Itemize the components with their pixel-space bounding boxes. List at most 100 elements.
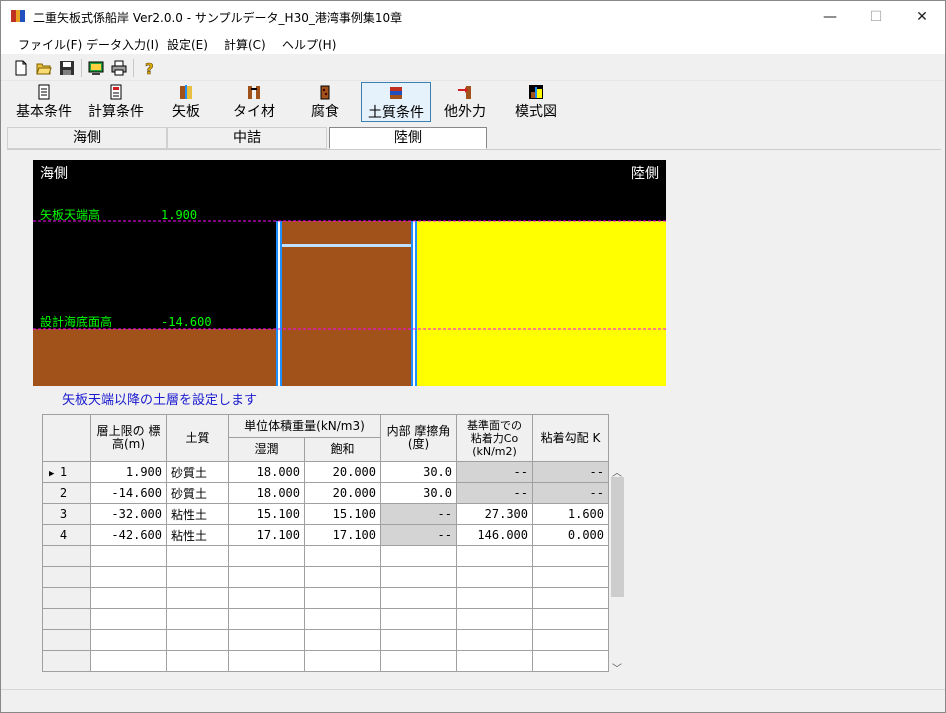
table-row-empty — [42, 629, 609, 651]
save-icon[interactable] — [59, 60, 75, 76]
svg-text:?: ? — [145, 60, 154, 76]
cell-soil[interactable]: 粘性土 — [166, 524, 229, 546]
cross-section-diagram: 海側 陸側 矢板天端高 1.900 設計海底面高 -14.600 — [33, 160, 666, 386]
tie-rod-button[interactable]: タイ材 — [229, 82, 279, 122]
tab-sea-side[interactable]: 海側 — [7, 127, 167, 149]
col-header-cohesion: 基準面での 粘着力Co (kN/m2) — [456, 414, 533, 462]
cell-co[interactable]: 146.000 — [456, 524, 533, 546]
seabed-elevation-label: 設計海底面高 — [40, 314, 112, 329]
print-icon[interactable] — [111, 60, 127, 76]
col-header-unit-weight: 単位体積重量(kN/m3) — [228, 414, 381, 438]
table-row-empty — [42, 587, 609, 609]
cell-sat[interactable]: 15.100 — [304, 503, 381, 525]
table-row: ▶ 1 1.900 砂質土 18.000 20.000 30.0 -- -- — [42, 461, 609, 483]
tie-rod-icon — [248, 86, 260, 99]
instruction-note: 矢板天端以降の土層を設定します — [62, 393, 258, 408]
cell-sat[interactable]: 17.100 — [304, 524, 381, 546]
corrosion-button[interactable]: 腐食 — [301, 82, 349, 122]
land-soil — [415, 221, 666, 386]
cell-wet[interactable]: 18.000 — [228, 461, 305, 483]
external-force-button[interactable]: 他外力 — [439, 82, 491, 122]
minimize-button[interactable]: — — [807, 1, 853, 32]
row-header-corner — [42, 414, 91, 462]
table-row-empty — [42, 566, 609, 588]
sheet-pile-button[interactable]: 矢板 — [161, 82, 211, 122]
cell-k[interactable]: 0.000 — [532, 524, 609, 546]
sheet-pile-icon — [180, 85, 192, 99]
cell-elev[interactable]: -32.000 — [90, 503, 167, 525]
cell-phi[interactable]: 30.0 — [380, 461, 457, 483]
corrosion-icon — [320, 85, 330, 100]
soil-layers-icon — [390, 87, 402, 99]
diagram-land-label: 陸側 — [631, 166, 659, 182]
tab-fill[interactable]: 中詰 — [167, 127, 327, 149]
cell-co: -- — [456, 482, 533, 504]
cell-co[interactable]: 27.300 — [456, 503, 533, 525]
soil-conditions-button[interactable]: 土質条件 — [361, 82, 431, 122]
close-icon: ✕ — [916, 8, 928, 25]
table-scrollbar[interactable]: ︿ ﹀ — [609, 464, 626, 675]
scroll-down-icon[interactable]: ﹀ — [612, 660, 622, 675]
schematic-icon — [529, 85, 543, 99]
cell-soil[interactable]: 砂質土 — [166, 461, 229, 483]
help-icon[interactable]: ? — [141, 60, 157, 76]
menu-calc[interactable]: 計算(C) — [224, 36, 266, 53]
cell-sat[interactable]: 20.000 — [304, 482, 381, 504]
row-number[interactable]: ▶ 3 — [42, 503, 91, 525]
cell-co: -- — [456, 461, 533, 483]
tab-land-side-label: 陸側 — [394, 130, 422, 146]
scroll-thumb[interactable] — [611, 477, 624, 597]
calculate-icon[interactable] — [88, 60, 104, 76]
open-folder-icon[interactable] — [36, 60, 52, 76]
menu-settings[interactable]: 設定(E) — [167, 36, 208, 53]
col-header-top-elev: 層上限の 標高(m) — [90, 414, 167, 462]
sheet-pile-label: 矢板 — [172, 104, 200, 120]
cell-phi: -- — [380, 503, 457, 525]
maximize-icon: ☐ — [869, 8, 883, 25]
tab-land-side[interactable]: 陸側 — [329, 127, 487, 149]
input-toolbar: 基本条件 計算条件 矢板 タイ材 腐食 土質条件 他外力 模式図 — [1, 82, 945, 124]
cell-elev[interactable]: -14.600 — [90, 482, 167, 504]
basic-conditions-label: 基本条件 — [16, 104, 72, 120]
col-header-gradient: 粘着勾配 K — [532, 414, 609, 462]
cell-sat[interactable]: 20.000 — [304, 461, 381, 483]
table-row-empty — [42, 608, 609, 630]
menu-help[interactable]: ヘルプ(H) — [282, 36, 336, 53]
table-row: ▶ 2 -14.600 砂質土 18.000 20.000 30.0 -- -- — [42, 482, 609, 504]
cross-section-svg: 海側 陸側 矢板天端高 1.900 設計海底面高 -14.600 — [33, 160, 666, 386]
cell-wet[interactable]: 17.100 — [228, 524, 305, 546]
table-row-empty — [42, 545, 609, 567]
document-icon — [38, 84, 50, 100]
close-button[interactable]: ✕ — [899, 1, 945, 32]
cell-k: -- — [532, 461, 609, 483]
cell-wet[interactable]: 15.100 — [228, 503, 305, 525]
menu-file[interactable]: ファイル(F) — [18, 36, 82, 53]
external-force-icon — [458, 86, 471, 99]
minimize-icon: — — [823, 8, 837, 25]
window-title: 二重矢板式係船岸 Ver2.0.0 - サンプルデータ_H30_港湾事例集10章 — [33, 11, 403, 25]
cell-k[interactable]: 1.600 — [532, 503, 609, 525]
status-bar — [1, 689, 945, 712]
schematic-button[interactable]: 模式図 — [507, 82, 565, 122]
maximize-button[interactable]: ☐ — [853, 1, 899, 32]
table-row-empty — [42, 650, 609, 672]
calc-conditions-button[interactable]: 計算条件 — [81, 82, 151, 122]
cell-elev[interactable]: 1.900 — [90, 461, 167, 483]
col-header-soil: 土質 — [166, 414, 229, 462]
basic-conditions-button[interactable]: 基本条件 — [9, 82, 79, 122]
row-number[interactable]: ▶ 2 — [42, 482, 91, 504]
calc-conditions-label: 計算条件 — [88, 104, 144, 120]
cell-wet[interactable]: 18.000 — [228, 482, 305, 504]
row-number[interactable]: ▶ 4 — [42, 524, 91, 546]
diagram-sea-label: 海側 — [40, 166, 68, 182]
new-file-icon[interactable] — [13, 60, 29, 76]
seabed-elevation-value: -14.600 — [161, 315, 212, 329]
cell-elev[interactable]: -42.600 — [90, 524, 167, 546]
row-number[interactable]: ▶ 1 — [42, 461, 91, 483]
col-header-friction: 内部 摩擦角(度) — [380, 414, 457, 462]
cell-soil[interactable]: 砂質土 — [166, 482, 229, 504]
col-header-wet: 湿潤 — [228, 437, 305, 462]
cell-soil[interactable]: 粘性土 — [166, 503, 229, 525]
menu-data-input[interactable]: データ入力(I) — [86, 36, 159, 53]
cell-phi[interactable]: 30.0 — [380, 482, 457, 504]
